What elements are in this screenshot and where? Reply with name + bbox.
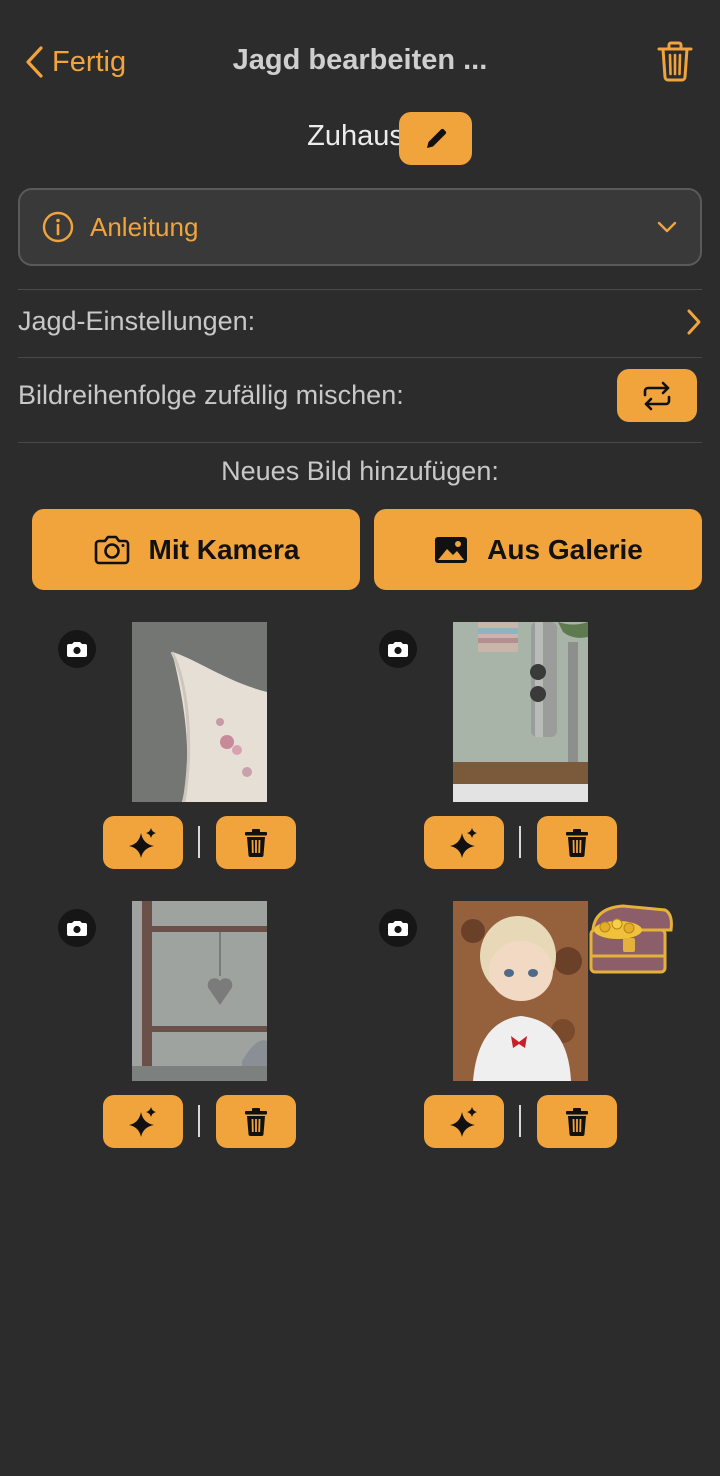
- image-thumbnail[interactable]: [132, 622, 267, 802]
- treasure-chest-icon: [583, 900, 675, 978]
- ai-enhance-button[interactable]: [103, 1095, 183, 1148]
- gallery-button-label: Aus Galerie: [487, 533, 643, 565]
- sparkles-icon: [449, 1106, 479, 1138]
- hunt-settings-label: Jagd-Einstellungen:: [18, 306, 256, 336]
- delete-image-button[interactable]: [537, 1095, 617, 1148]
- chevron-down-icon: [656, 220, 678, 234]
- chevron-right-icon: [686, 308, 702, 336]
- photo-icon: [433, 535, 469, 565]
- separator: [519, 1105, 521, 1137]
- trash-icon: [243, 1107, 269, 1137]
- separator: [198, 826, 200, 858]
- hunt-name: Zuhause: [307, 120, 420, 152]
- shuffle-label: Bildreihenfolge zufällig mischen:: [18, 380, 404, 410]
- delete-image-button[interactable]: [537, 816, 617, 869]
- camera-icon: [66, 641, 88, 658]
- separator: [519, 826, 521, 858]
- trash-icon: [564, 1107, 590, 1137]
- sparkles-icon: [128, 1106, 158, 1138]
- ai-enhance-button[interactable]: [424, 816, 504, 869]
- hunt-settings-row[interactable]: Jagd-Einstellungen:: [0, 290, 720, 356]
- trash-icon: [564, 828, 590, 858]
- image-source-badge: [379, 909, 417, 947]
- add-from-camera-button[interactable]: Mit Kamera: [32, 509, 360, 590]
- delete-hunt-button[interactable]: [655, 40, 695, 84]
- new-image-label: Neues Bild hinzufügen:: [221, 456, 499, 486]
- ai-enhance-button[interactable]: [103, 816, 183, 869]
- image-source-badge: [58, 630, 96, 668]
- ai-enhance-button[interactable]: [424, 1095, 504, 1148]
- camera-icon: [93, 535, 131, 565]
- camera-icon: [387, 920, 409, 937]
- separator: [198, 1105, 200, 1137]
- instructions-label: Anleitung: [90, 211, 199, 242]
- instructions-disclosure[interactable]: Anleitung: [18, 188, 702, 266]
- image-thumbnail[interactable]: [132, 901, 267, 1081]
- image-thumbnail[interactable]: [453, 622, 588, 802]
- image-source-badge: [379, 630, 417, 668]
- delete-image-button[interactable]: [216, 1095, 296, 1148]
- divider: [18, 357, 702, 358]
- shuffle-icon: [640, 381, 674, 411]
- trash-icon: [655, 40, 695, 82]
- page-title: Jagd bearbeiten ...: [232, 44, 488, 76]
- image-thumbnail[interactable]: [453, 901, 588, 1081]
- info-icon: [42, 211, 74, 243]
- camera-icon: [387, 641, 409, 658]
- trash-icon: [243, 828, 269, 858]
- image-source-badge: [58, 909, 96, 947]
- shuffle-button[interactable]: [617, 369, 697, 422]
- edit-name-button[interactable]: [399, 112, 472, 165]
- delete-image-button[interactable]: [216, 816, 296, 869]
- add-from-gallery-button[interactable]: Aus Galerie: [374, 509, 702, 590]
- pencil-icon: [423, 126, 449, 152]
- sparkles-icon: [128, 827, 158, 859]
- camera-icon: [66, 920, 88, 937]
- camera-button-label: Mit Kamera: [148, 533, 300, 565]
- divider: [18, 442, 702, 443]
- sparkles-icon: [449, 827, 479, 859]
